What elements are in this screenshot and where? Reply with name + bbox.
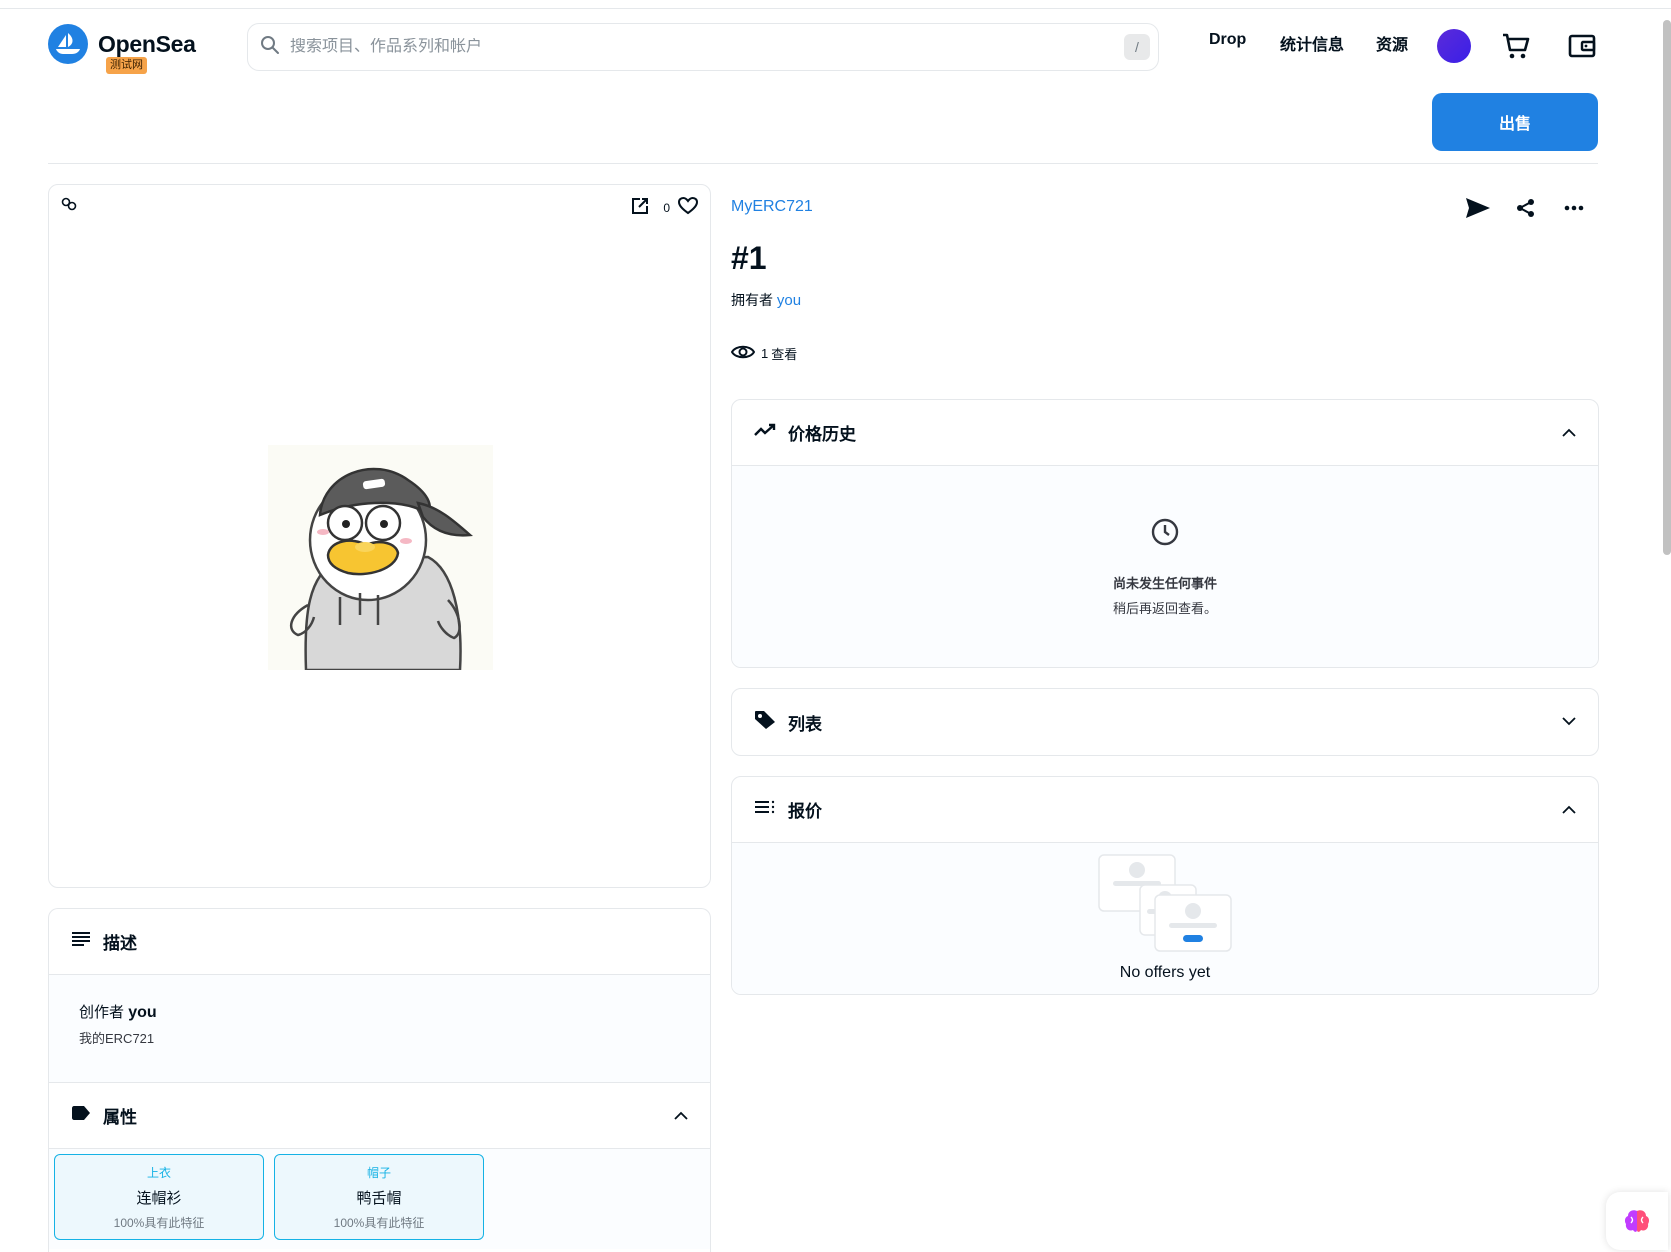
- tag-icon: [754, 710, 776, 735]
- list-icon: [754, 800, 776, 819]
- more-options-icon[interactable]: [1558, 192, 1590, 224]
- browser-top-edge: [0, 0, 1671, 9]
- testnet-badge: 测试网: [106, 57, 147, 74]
- nav-stats[interactable]: 统计信息: [1280, 31, 1344, 55]
- page-scrollbar[interactable]: [1663, 20, 1671, 555]
- trait-rarity: 100%具有此特征: [113, 1215, 205, 1230]
- sell-button[interactable]: 出售: [1432, 93, 1598, 151]
- description-header[interactable]: 描述: [49, 909, 710, 975]
- offers-panel: 报价 No offers yet: [731, 776, 1599, 995]
- properties-title: 属性: [103, 1108, 137, 1127]
- owner-prefix: 拥有者: [731, 292, 773, 308]
- price-history-header[interactable]: 价格历史: [732, 400, 1598, 466]
- heart-icon[interactable]: [677, 196, 699, 218]
- empty-offers-illustration-icon: [1095, 843, 1235, 960]
- chevron-down-icon[interactable]: [1562, 713, 1576, 731]
- open-external-icon[interactable]: [631, 197, 649, 218]
- nav-resources[interactable]: 资源: [1376, 31, 1408, 55]
- trait-value: 连帽衫: [136, 1189, 182, 1207]
- listings-title: 列表: [788, 714, 822, 734]
- empty-subtitle: 稍后再返回查看。: [1112, 600, 1217, 616]
- clock-icon: [1151, 518, 1179, 551]
- collection-link[interactable]: MyERC721: [731, 198, 813, 216]
- token-title: #1: [731, 240, 767, 276]
- trait-card[interactable]: 上衣 连帽衫 100%具有此特征: [54, 1154, 264, 1240]
- divider: [48, 163, 1598, 164]
- views-count: 1: [761, 346, 769, 361]
- logo-wordmark: OpenSea: [98, 30, 196, 57]
- owner-line: 拥有者 you: [731, 290, 801, 310]
- trait-value: 鸭舌帽: [356, 1189, 402, 1207]
- chevron-up-icon[interactable]: [1562, 424, 1576, 442]
- trait-type: 帽子: [366, 1165, 391, 1180]
- views-label: 查看: [771, 347, 798, 362]
- offers-empty-state: No offers yet: [732, 843, 1598, 994]
- no-offers-text: No offers yet: [1119, 964, 1211, 981]
- trait-card[interactable]: 帽子 鸭舌帽 100%具有此特征: [274, 1154, 484, 1240]
- description-text: 我的ERC721: [79, 1031, 155, 1046]
- traits-grid: 上衣 连帽衫 100%具有此特征 帽子 鸭舌帽 100%具有此特征: [49, 1149, 710, 1249]
- cart-icon[interactable]: [1500, 30, 1532, 62]
- search-shortcut-key: /: [1124, 34, 1150, 60]
- offers-title: 报价: [788, 802, 822, 821]
- empty-title: 尚未发生任何事件: [1112, 575, 1217, 591]
- nft-image-duck[interactable]: [268, 445, 493, 670]
- creator-line: 创作者 you: [79, 1001, 680, 1022]
- assistant-brain-icon[interactable]: [1606, 1192, 1668, 1250]
- owner-link[interactable]: you: [777, 292, 801, 309]
- tag-icon: [71, 1105, 91, 1126]
- trending-line-icon: [754, 423, 776, 442]
- item-actions: [1462, 192, 1590, 224]
- top-navbar: OpenSea 测试网 / Drop 统计信息 资源: [0, 9, 1650, 89]
- price-history-panel: 价格历史 尚未发生任何事件 稍后再返回查看。: [731, 399, 1599, 668]
- search-input[interactable]: [290, 38, 1124, 56]
- description-lines-icon: [71, 931, 91, 952]
- trait-type: 上衣: [146, 1165, 171, 1180]
- search-bar[interactable]: /: [247, 23, 1159, 71]
- nft-image-card: 0: [48, 184, 711, 888]
- listings-panel: 列表: [731, 688, 1599, 756]
- favorite-count: 0: [663, 200, 670, 215]
- nav-drop[interactable]: Drop: [1209, 31, 1246, 49]
- trait-rarity: 100%具有此特征: [333, 1215, 425, 1230]
- listings-header[interactable]: 列表: [732, 689, 1598, 755]
- creator-prefix: 创作者: [79, 1004, 125, 1021]
- description-body: 创作者 you 我的ERC721: [49, 975, 710, 1083]
- wallet-icon[interactable]: [1566, 30, 1598, 62]
- description-title: 描述: [103, 934, 137, 953]
- creator-name-link[interactable]: you: [128, 1004, 156, 1021]
- profile-avatar[interactable]: [1437, 29, 1471, 63]
- price-history-empty: 尚未发生任何事件 稍后再返回查看。: [732, 466, 1598, 667]
- price-history-title: 价格历史: [788, 425, 856, 444]
- views-counter: 1 查看: [730, 344, 798, 363]
- eye-icon: [730, 344, 756, 363]
- share-icon[interactable]: [1510, 192, 1542, 224]
- description-panel: 描述 创作者 you 我的ERC721 属性 上衣 连帽衫 100%具有此特征 …: [48, 908, 711, 1252]
- opensea-boat-icon: [48, 24, 88, 64]
- properties-header[interactable]: 属性: [49, 1083, 710, 1149]
- search-icon: [260, 35, 280, 60]
- chevron-up-icon[interactable]: [674, 1107, 688, 1125]
- chain-icon: [61, 197, 79, 216]
- offers-header[interactable]: 报价: [732, 777, 1598, 843]
- chevron-up-icon[interactable]: [1562, 801, 1576, 819]
- transfer-send-icon[interactable]: [1462, 192, 1494, 224]
